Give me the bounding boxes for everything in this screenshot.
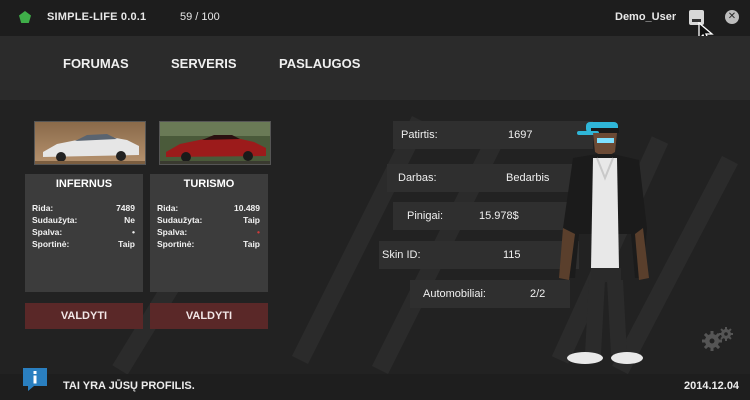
row-value: Taip	[243, 239, 260, 249]
info-icon	[23, 368, 47, 391]
status-message: TAI YRA JŪSŲ PROFILIS.	[63, 380, 195, 392]
color-swatch: •	[257, 227, 260, 237]
color-swatch: •	[132, 227, 135, 237]
close-icon[interactable]: ✕	[725, 10, 739, 24]
app-title: SIMPLE-LIFE 0.0.1	[47, 11, 147, 23]
nav-item-paslaugos[interactable]: PASLAUGOS	[279, 56, 360, 71]
status-date: 2014.12.04	[684, 380, 740, 392]
row-label: Spalva:	[32, 227, 63, 237]
row-value: Ne	[124, 215, 135, 225]
stat-automobiliai: Automobiliai: 2/2	[410, 280, 570, 308]
row-label: Sudaužyta:	[157, 215, 203, 225]
car-info-panel: TURISMO Rida: 10.489 Sudaužyta: Taip Spalv…	[150, 174, 268, 292]
settings-gears-icon[interactable]	[700, 326, 734, 352]
stat-label: Darbas:	[398, 172, 437, 184]
car-row: Rida: 7489	[32, 202, 135, 214]
stat-label: Automobiliai:	[423, 288, 486, 300]
car-name: TURISMO	[183, 178, 235, 190]
stat-value: 2/2	[530, 288, 546, 300]
car-row: Sudaužyta: Taip	[157, 214, 260, 226]
car-row: Sudaužyta: Ne	[32, 214, 135, 226]
stat-value: 1697	[508, 129, 533, 141]
stat-value: 15.978$	[479, 210, 519, 222]
stat-value: 115	[503, 249, 521, 261]
app-icon	[19, 11, 31, 23]
stat-value: Bedarbis	[506, 172, 550, 184]
car-row: Spalva: •	[32, 226, 135, 238]
row-label: Spalva:	[157, 227, 188, 237]
profile-area: INFERNUS Rida: 7489 Sudaužyta: Ne Spalva: •…	[0, 100, 750, 374]
car-info-panel: INFERNUS Rida: 7489 Sudaužyta: Ne Spalva: •…	[25, 174, 143, 292]
online-count: 59 / 100	[180, 11, 220, 23]
row-label: Sportinė:	[157, 239, 195, 249]
row-value: Taip	[118, 239, 135, 249]
car-row: Sportinė: Taip	[157, 238, 260, 250]
car-row: Rida: 10.489	[157, 202, 260, 214]
username: Demo_User	[615, 11, 677, 23]
row-label: Sudaužyta:	[32, 215, 78, 225]
row-label: Rida:	[157, 203, 179, 213]
stat-label: Patirtis:	[401, 129, 438, 141]
row-value: 10.489	[234, 203, 260, 213]
row-value: Taip	[243, 215, 260, 225]
stat-label: Skin ID:	[382, 249, 421, 261]
nav-item-serveris[interactable]: SERVERIS	[171, 56, 237, 71]
stat-skin-id: Skin ID: 115	[379, 241, 579, 269]
row-label: Sportinė:	[32, 239, 70, 249]
car-image	[34, 121, 146, 165]
main-nav: FORUMAS SERVERIS PASLAUGOS	[0, 36, 750, 100]
status-bar: TAI YRA JŪSŲ PROFILIS. 2014.12.04	[0, 368, 750, 400]
title-bar: SIMPLE-LIFE 0.0.1 59 / 100 Demo_User ✕	[0, 0, 750, 43]
car-image	[159, 121, 271, 165]
stat-label: Pinigai:	[407, 210, 444, 222]
car-row: Sportinė: Taip	[32, 238, 135, 250]
nav-item-forumas[interactable]: FORUMAS	[63, 56, 129, 71]
car-row: Spalva: •	[157, 226, 260, 238]
row-value: 7489	[116, 203, 135, 213]
manage-button[interactable]: VALDYTI	[25, 303, 143, 329]
row-label: Rida:	[32, 203, 54, 213]
manage-button[interactable]: VALDYTI	[150, 303, 268, 329]
car-name: INFERNUS	[55, 178, 113, 190]
player-skin-image	[559, 122, 649, 364]
